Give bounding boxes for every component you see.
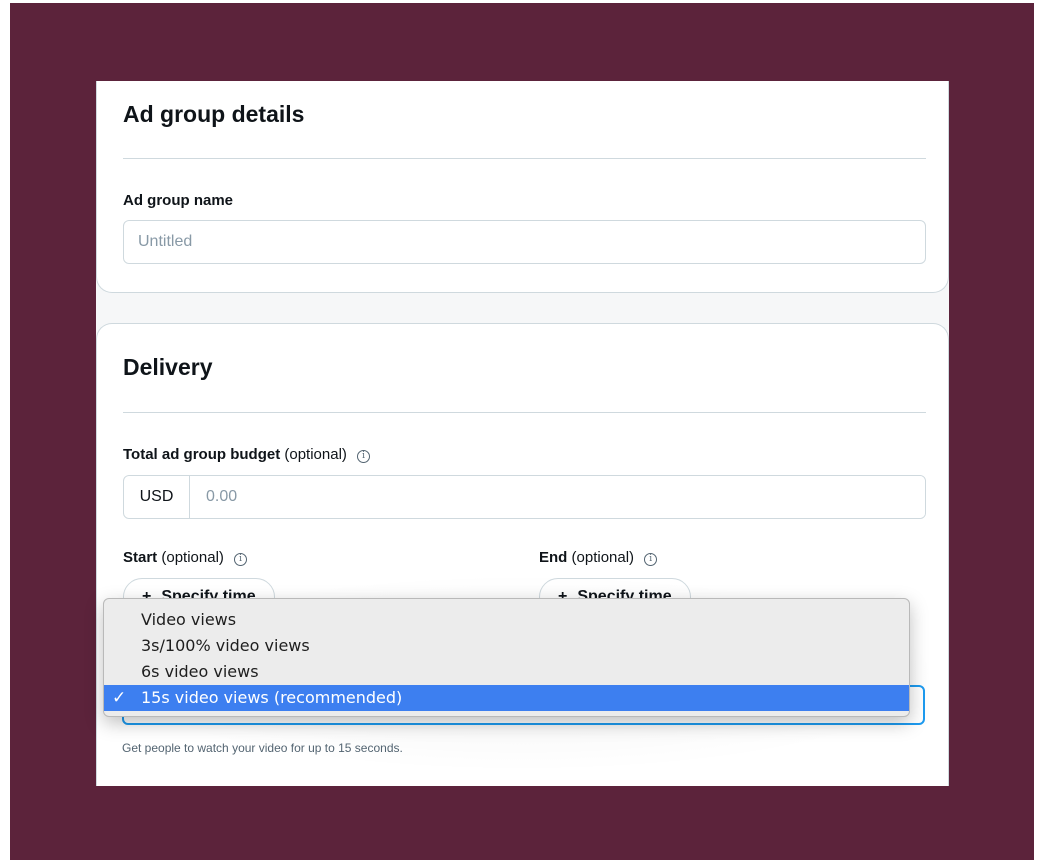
currency-label: USD bbox=[124, 476, 190, 518]
ad-group-details-card: Ad group details Ad group name bbox=[96, 81, 949, 293]
divider bbox=[123, 158, 926, 159]
dropdown-option[interactable]: 6s video views bbox=[104, 659, 909, 685]
section-title-delivery: Delivery bbox=[123, 354, 213, 380]
budget-input[interactable] bbox=[190, 476, 925, 518]
budget-label-text: Total ad group budget bbox=[123, 446, 281, 463]
budget-field: USD bbox=[123, 475, 926, 519]
option-label: Video views bbox=[141, 610, 237, 629]
budget-optional-text: (optional) bbox=[284, 446, 347, 463]
ad-group-name-label: Ad group name bbox=[123, 192, 234, 209]
end-label-text: End bbox=[539, 549, 568, 566]
divider bbox=[123, 412, 926, 413]
budget-label: Total ad group budget (optional) i bbox=[123, 446, 371, 463]
option-label: 3s/100% video views bbox=[141, 636, 310, 655]
info-icon[interactable]: i bbox=[357, 450, 371, 463]
optimization-helper-text: Get people to watch your video for up to… bbox=[122, 741, 403, 755]
end-optional-text: (optional) bbox=[571, 549, 635, 566]
start-label: Start (optional) i bbox=[123, 549, 248, 566]
dropdown-option[interactable]: Video views bbox=[104, 607, 909, 633]
checkmark-icon: ✓ bbox=[112, 688, 127, 708]
info-icon[interactable]: i bbox=[234, 553, 248, 566]
end-label: End (optional) i bbox=[539, 549, 658, 566]
start-optional-text: (optional) bbox=[161, 549, 224, 566]
section-title-details: Ad group details bbox=[123, 101, 305, 127]
info-icon[interactable]: i bbox=[644, 553, 658, 566]
optimization-dropdown-menu: Video views 3s/100% video views 6s video… bbox=[103, 598, 910, 717]
ad-group-name-input[interactable] bbox=[123, 220, 926, 264]
dropdown-option[interactable]: 3s/100% video views bbox=[104, 633, 909, 659]
option-label: 6s video views bbox=[141, 662, 259, 681]
start-label-text: Start bbox=[123, 549, 158, 566]
option-label: 15s video views (recommended) bbox=[141, 688, 403, 707]
dropdown-option-selected[interactable]: ✓ 15s video views (recommended) bbox=[104, 685, 909, 711]
